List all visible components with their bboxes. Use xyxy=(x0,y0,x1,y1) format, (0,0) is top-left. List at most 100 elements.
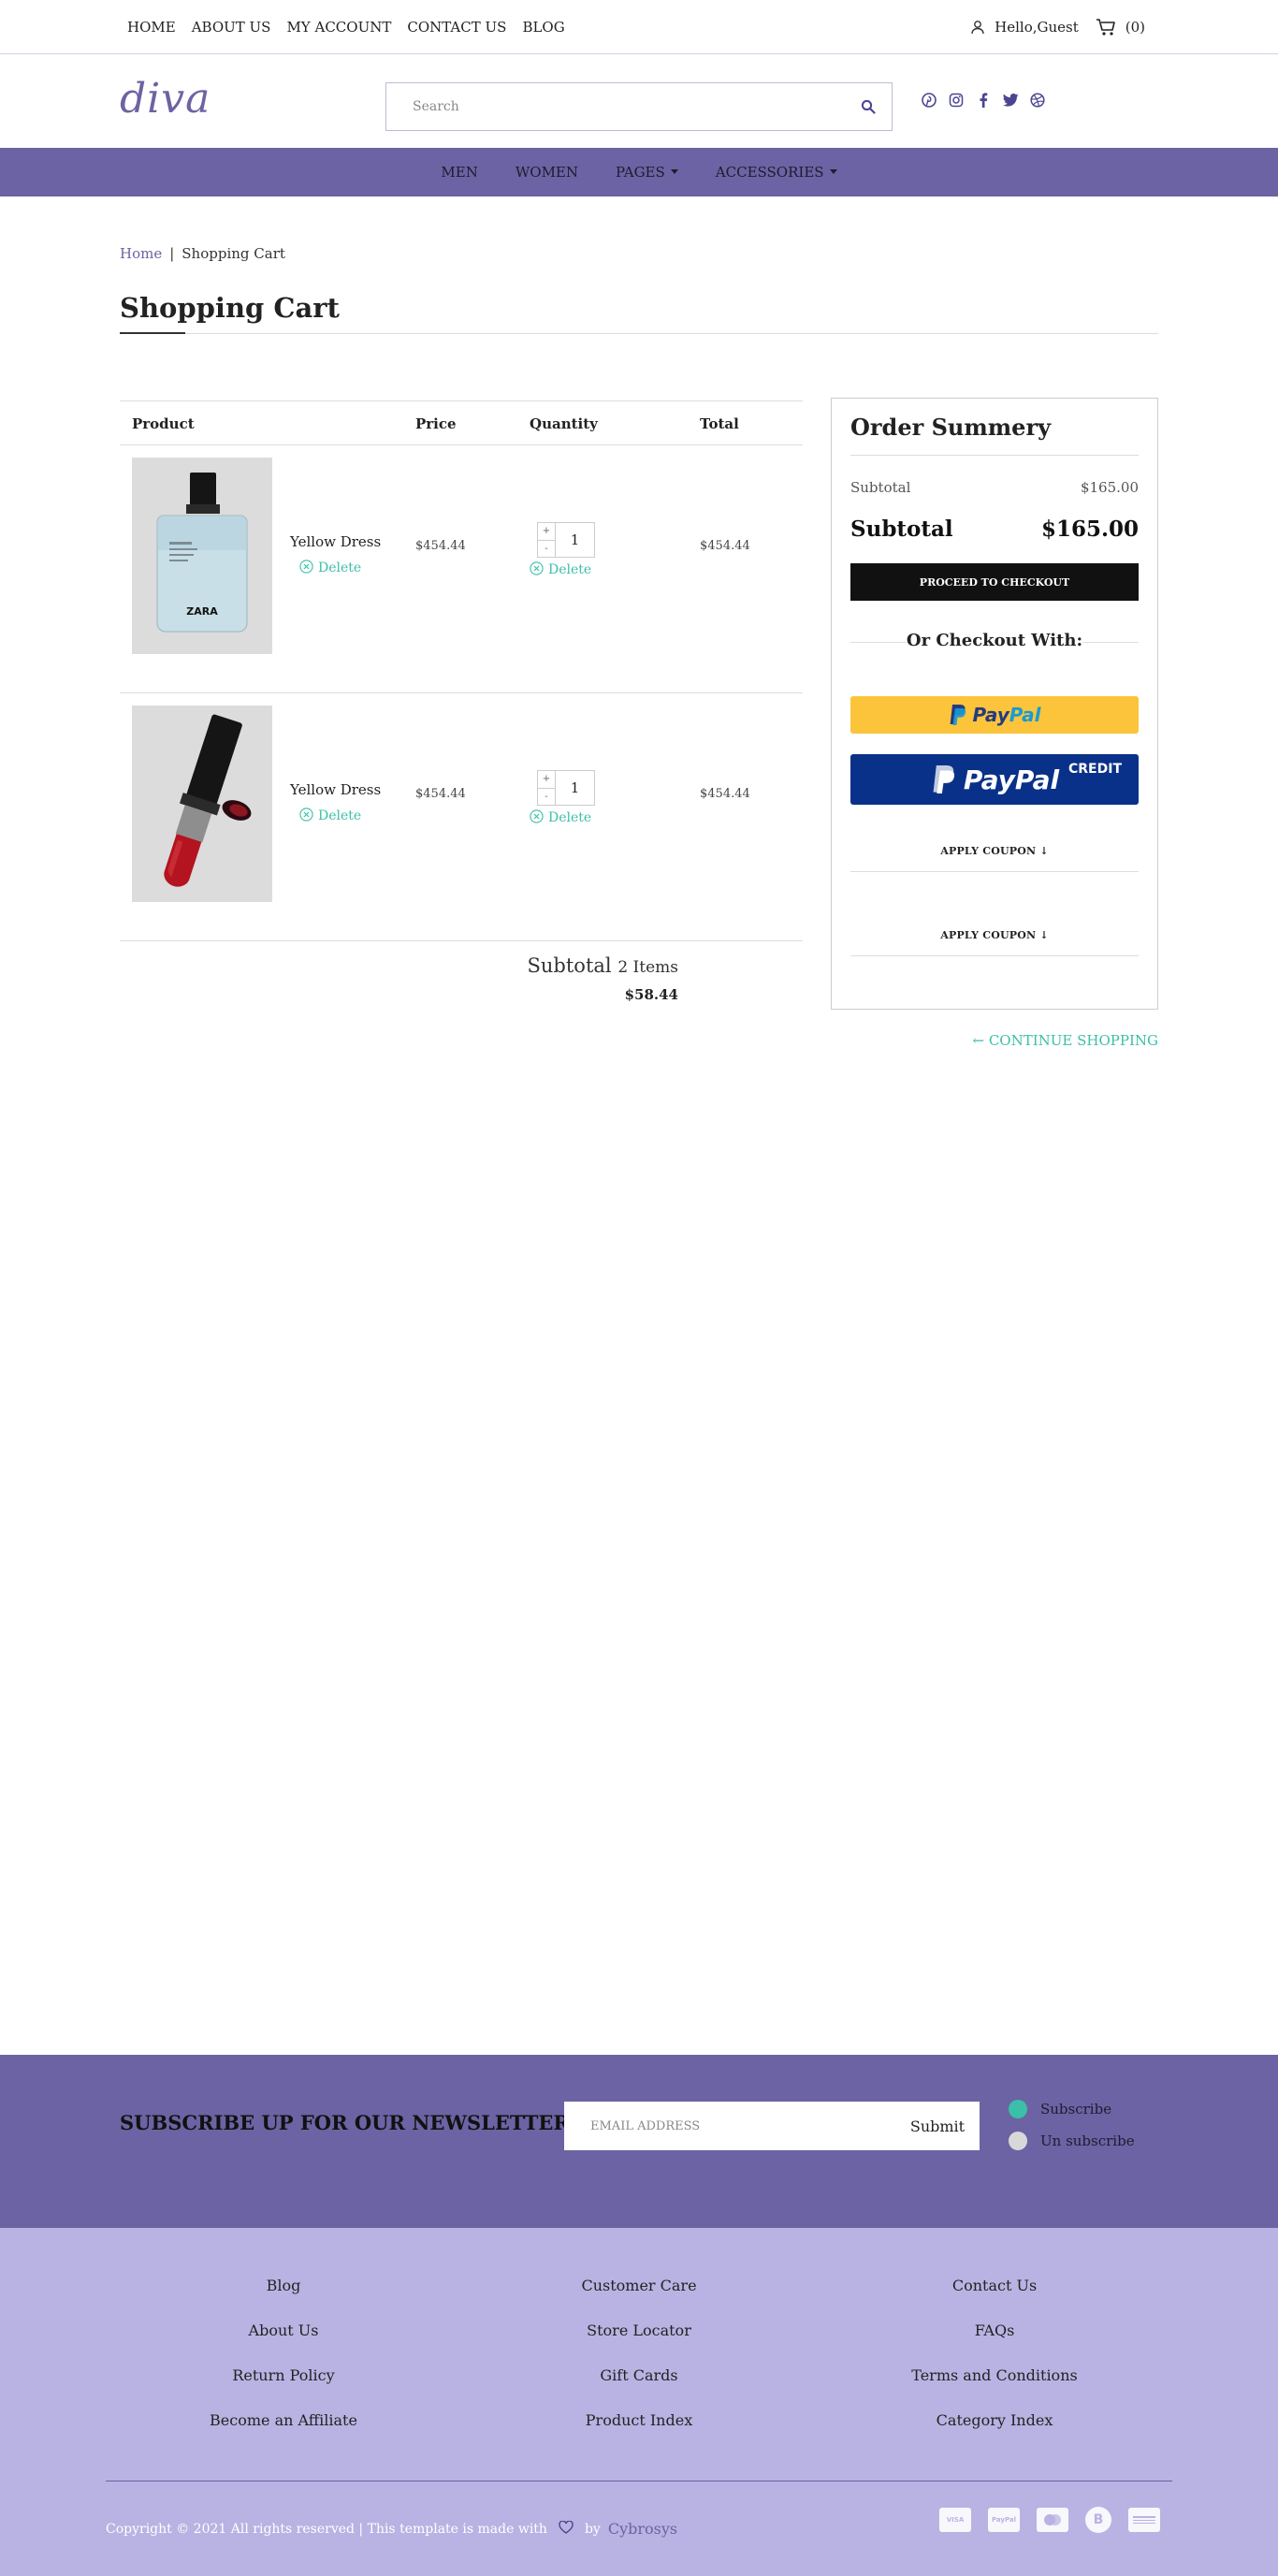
coupon-divider xyxy=(850,955,1139,956)
subscribe-radio[interactable]: Subscribe xyxy=(1009,2100,1111,2118)
paypal-button[interactable]: PayPal xyxy=(850,696,1139,734)
product-name[interactable]: Yellow Dress xyxy=(290,781,381,798)
nav-women[interactable]: WOMEN xyxy=(516,164,578,181)
nav-home[interactable]: HOME xyxy=(127,19,176,36)
greeting-text[interactable]: Hello,Guest xyxy=(995,19,1079,36)
product-name[interactable]: Yellow Dress xyxy=(290,533,381,550)
summary-subtotal-label: Subtotal xyxy=(850,479,911,496)
footer-link-contact-us[interactable]: Contact Us xyxy=(854,2277,1135,2321)
cart-table-header: Product Price Quantity Total xyxy=(120,400,803,445)
copyright-text: Copyright © 2021 All rights reserved | T… xyxy=(106,2521,547,2537)
footer-column-3: Contact Us FAQs Terms and Conditions Cat… xyxy=(854,2277,1135,2456)
product-price: $454.44 xyxy=(415,787,466,801)
nav-my-account[interactable]: MY ACCOUNT xyxy=(286,19,391,36)
quantity-minus-button[interactable]: - xyxy=(538,787,555,806)
quantity-value[interactable]: 1 xyxy=(556,770,595,806)
paypal-pay: Pay xyxy=(972,704,1009,726)
newsletter-submit-button[interactable]: Submit xyxy=(895,2118,980,2135)
logo[interactable]: diva xyxy=(120,75,211,123)
facebook-icon[interactable] xyxy=(975,92,992,109)
cart-count[interactable]: (0) xyxy=(1126,19,1145,36)
apply-coupon-toggle[interactable]: APPLY COUPON ↓ xyxy=(850,845,1139,857)
cart-table: Product Price Quantity Total ZARA Yellow… xyxy=(120,400,803,1016)
cart-row: ZARA Yellow Dress Delete $454.44 + - 1 D… xyxy=(120,445,803,693)
main-nav: MEN WOMEN PAGES ACCESSORIES xyxy=(0,148,1278,196)
order-summary: Order Summery Subtotal $165.00 Subtotal … xyxy=(831,398,1158,1010)
summary-subtotal-small: Subtotal $165.00 xyxy=(850,479,1139,496)
title-divider xyxy=(120,333,1158,334)
search-input[interactable] xyxy=(386,83,845,130)
footer-link-faqs[interactable]: FAQs xyxy=(854,2321,1135,2366)
delete-label: Delete xyxy=(548,810,592,825)
apply-coupon-toggle[interactable]: APPLY COUPON ↓ xyxy=(850,929,1139,941)
user-icon[interactable] xyxy=(970,20,985,35)
delete-quantity-link[interactable]: Delete xyxy=(530,809,591,825)
credit-label: CREDIT xyxy=(1068,762,1122,777)
newsletter-title: SUBSCRIBE UP FOR OUR NEWSLETTER xyxy=(120,2111,570,2134)
twitter-icon[interactable] xyxy=(1002,92,1019,109)
paypal-logo-icon xyxy=(933,765,954,793)
instagram-icon[interactable] xyxy=(948,92,965,109)
pinterest-icon[interactable] xyxy=(921,92,937,109)
summary-subtotal-value: $165.00 xyxy=(1080,479,1139,496)
quantity-value[interactable]: 1 xyxy=(556,522,595,558)
breadcrumb-home[interactable]: Home xyxy=(120,245,162,262)
nav-accessories-dropdown[interactable]: ACCESSORIES xyxy=(716,164,837,181)
footer-link-terms[interactable]: Terms and Conditions xyxy=(854,2366,1135,2411)
footer-column-1: Blog About Us Return Policy Become an Af… xyxy=(143,2277,424,2456)
breadcrumb: Home | Shopping Cart xyxy=(120,245,285,262)
footer-link-store-locator[interactable]: Store Locator xyxy=(499,2321,779,2366)
copyright: Copyright © 2021 All rights reserved | T… xyxy=(106,2519,677,2538)
dribbble-icon[interactable] xyxy=(1029,92,1046,109)
delete-label: Delete xyxy=(548,562,592,577)
search-icon[interactable] xyxy=(845,99,892,114)
delete-quantity-link[interactable]: Delete xyxy=(530,561,591,577)
title-underline xyxy=(120,332,185,334)
subtotal-text: Subtotal xyxy=(527,954,612,977)
footer-link-customer-care[interactable]: Customer Care xyxy=(499,2277,779,2321)
nav-men[interactable]: MEN xyxy=(441,164,477,181)
nav-contact-us[interactable]: CONTACT US xyxy=(407,19,506,36)
delete-label: Delete xyxy=(318,560,362,575)
footer-link-about-us[interactable]: About Us xyxy=(143,2321,424,2366)
header: diva xyxy=(0,54,1278,148)
item-count: 2 Items xyxy=(617,958,678,977)
unsubscribe-radio[interactable]: Un subscribe xyxy=(1009,2132,1135,2150)
caret-down-icon xyxy=(670,169,678,174)
cybrosys-link[interactable]: Cybrosys xyxy=(608,2520,677,2538)
subscribe-label: Subscribe xyxy=(1040,2101,1112,2118)
delete-product-link[interactable]: Delete xyxy=(299,560,361,575)
footer-link-category-index[interactable]: Category Index xyxy=(854,2411,1135,2456)
paypal-credit-button[interactable]: PayPal CREDIT xyxy=(850,754,1139,805)
footer-link-affiliate[interactable]: Become an Affiliate xyxy=(143,2411,424,2456)
newsletter-form: Submit xyxy=(564,2102,980,2150)
proceed-to-checkout-button[interactable]: PROCEED TO CHECKOUT xyxy=(850,563,1139,601)
product-image-lipstick[interactable] xyxy=(132,706,272,902)
footer-link-gift-cards[interactable]: Gift Cards xyxy=(499,2366,779,2411)
account-area: Hello,Guest (0) xyxy=(970,18,1145,36)
quantity-minus-button[interactable]: - xyxy=(538,539,555,558)
product-total: $454.44 xyxy=(700,787,750,801)
cart-icon[interactable] xyxy=(1096,18,1116,36)
footer-link-blog[interactable]: Blog xyxy=(143,2277,424,2321)
footer-link-return-policy[interactable]: Return Policy xyxy=(143,2366,424,2411)
delete-circle-icon xyxy=(530,561,544,575)
product-image-perfume[interactable]: ZARA xyxy=(132,458,272,654)
continue-shopping-link[interactable]: ← CONTINUE SHOPPING xyxy=(972,1032,1158,1049)
footer-link-product-index[interactable]: Product Index xyxy=(499,2411,779,2456)
newsletter-email-input[interactable] xyxy=(564,2102,895,2150)
quantity-plus-button[interactable]: + xyxy=(538,523,555,540)
social-links xyxy=(921,92,1046,109)
col-product: Product xyxy=(132,415,195,432)
quantity-plus-button[interactable]: + xyxy=(538,771,555,788)
nav-pages-label: PAGES xyxy=(616,164,665,181)
delete-product-link[interactable]: Delete xyxy=(299,808,361,823)
radio-unselected-icon xyxy=(1009,2132,1027,2150)
summary-divider xyxy=(850,455,1139,456)
cart-subtotal-value: $58.44 xyxy=(624,986,678,1003)
nav-pages-dropdown[interactable]: PAGES xyxy=(616,164,678,181)
delete-circle-icon xyxy=(299,808,313,822)
nav-about-us[interactable]: ABOUT US xyxy=(192,19,271,36)
summary-subtotal-big: Subtotal $165.00 xyxy=(850,517,1139,542)
nav-blog[interactable]: BLOG xyxy=(522,19,564,36)
